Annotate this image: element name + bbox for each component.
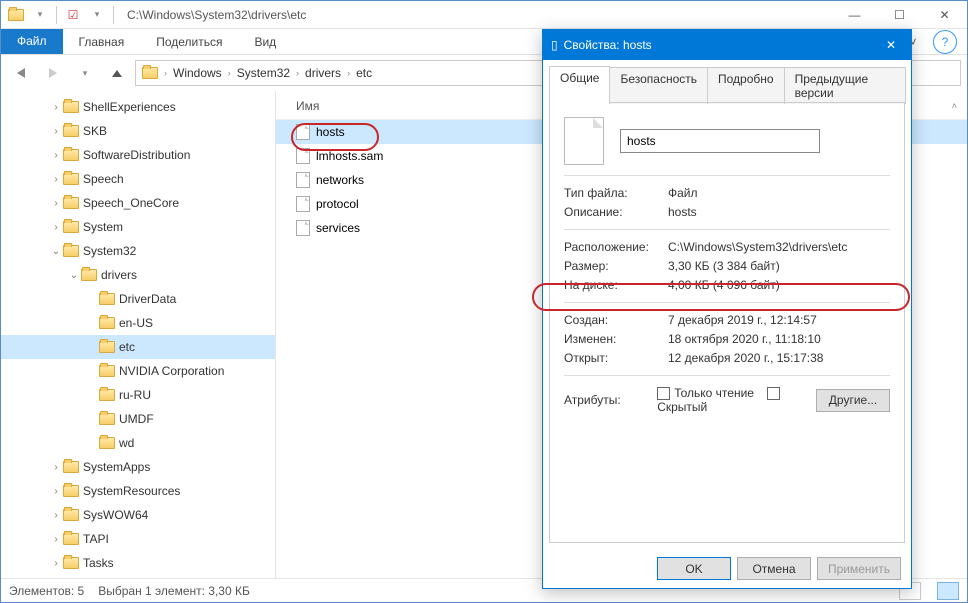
tab-security[interactable]: Безопасность bbox=[609, 67, 708, 104]
crumb-system32[interactable]: System32 bbox=[233, 64, 294, 82]
file-icon: ▯ bbox=[551, 38, 558, 52]
value-disk: 4,00 КБ (4 096 байт) bbox=[668, 278, 780, 292]
tree-item[interactable]: ›Speech bbox=[1, 167, 275, 191]
readonly-label: Только чтение bbox=[674, 386, 754, 400]
dialog-actions: OK Отмена Применить bbox=[543, 549, 911, 588]
file-icon bbox=[296, 124, 310, 140]
tab-general[interactable]: Общие bbox=[549, 66, 610, 103]
crumb-etc[interactable]: etc bbox=[352, 64, 376, 82]
cancel-button[interactable]: Отмена bbox=[737, 557, 811, 580]
properties-icon[interactable]: ☑ bbox=[62, 4, 84, 26]
tree-item[interactable]: DriverData bbox=[1, 287, 275, 311]
readonly-checkbox[interactable] bbox=[657, 387, 670, 400]
file-icon bbox=[296, 196, 310, 212]
titlebar: ▾ ☑ ▾ C:\Windows\System32\drivers\etc — … bbox=[1, 1, 967, 29]
file-type-icon bbox=[564, 117, 604, 165]
dialog-close-button[interactable]: ✕ bbox=[871, 30, 911, 60]
hidden-checkbox[interactable] bbox=[767, 387, 780, 400]
tree-item[interactable]: ›SoftwareDistribution bbox=[1, 143, 275, 167]
properties-dialog: ▯ Свойства: hosts ✕ Общие Безопасность П… bbox=[542, 29, 912, 589]
up-button[interactable] bbox=[103, 60, 131, 86]
forward-button[interactable] bbox=[39, 60, 67, 86]
folder-app-icon bbox=[5, 4, 27, 26]
tree-item[interactable]: ›ShellExperiences bbox=[1, 95, 275, 119]
qat-caret-icon[interactable]: ▾ bbox=[86, 4, 108, 26]
filename-input[interactable] bbox=[620, 129, 820, 153]
tree-item[interactable]: wd bbox=[1, 431, 275, 455]
tree-item[interactable]: ⌄drivers bbox=[1, 263, 275, 287]
tree-item[interactable]: ›SystemApps bbox=[1, 455, 275, 479]
quick-access-toolbar: ▾ ☑ ▾ bbox=[1, 4, 121, 26]
dialog-body: Тип файла:Файл Описание:hosts Расположен… bbox=[549, 102, 905, 543]
tree-item[interactable]: ›SysWOW64 bbox=[1, 503, 275, 527]
file-icon bbox=[296, 172, 310, 188]
dialog-tabs: Общие Безопасность Подробно Предыдущие в… bbox=[543, 60, 911, 103]
tab-previous[interactable]: Предыдущие версии bbox=[784, 67, 906, 104]
folder-tree[interactable]: ›ShellExperiences›SKB›SoftwareDistributi… bbox=[1, 91, 276, 578]
tree-item[interactable]: UMDF bbox=[1, 407, 275, 431]
label-size: Размер: bbox=[564, 259, 668, 273]
other-attributes-button[interactable]: Другие... bbox=[816, 389, 890, 412]
status-selection: Выбран 1 элемент: 3,30 КБ bbox=[98, 584, 250, 598]
tree-item[interactable]: ›Tasks bbox=[1, 551, 275, 575]
folder-icon bbox=[142, 67, 158, 79]
value-location: C:\Windows\System32\drivers\etc bbox=[668, 240, 847, 254]
tree-item[interactable]: ›System bbox=[1, 215, 275, 239]
sort-indicator-icon: ˄ bbox=[952, 101, 957, 111]
value-modified: 18 октября 2020 г., 11:18:10 bbox=[668, 332, 821, 346]
label-location: Расположение: bbox=[564, 240, 668, 254]
icons-view-button[interactable] bbox=[937, 582, 959, 600]
label-disk: На диске: bbox=[564, 278, 668, 292]
label-desc: Описание: bbox=[564, 205, 668, 219]
label-attributes: Атрибуты: bbox=[564, 393, 657, 407]
hidden-label: Скрытый bbox=[657, 400, 707, 414]
help-icon[interactable]: ? bbox=[933, 30, 957, 54]
tree-item[interactable]: NVIDIA Corporation bbox=[1, 359, 275, 383]
tab-view[interactable]: Вид bbox=[238, 31, 292, 53]
tree-item[interactable]: ru-RU bbox=[1, 383, 275, 407]
label-opened: Открыт: bbox=[564, 351, 668, 365]
file-icon bbox=[296, 148, 310, 164]
tab-details[interactable]: Подробно bbox=[707, 67, 785, 104]
tree-item[interactable]: ›SystemResources bbox=[1, 479, 275, 503]
value-created: 7 декабря 2019 г., 12:14:57 bbox=[668, 313, 817, 327]
crumb-windows[interactable]: Windows bbox=[169, 64, 226, 82]
label-type: Тип файла: bbox=[564, 186, 668, 200]
value-opened: 12 декабря 2020 г., 15:17:38 bbox=[668, 351, 823, 365]
tab-share[interactable]: Поделиться bbox=[140, 31, 238, 53]
tab-home[interactable]: Главная bbox=[63, 31, 141, 53]
recent-dropdown[interactable]: ▾ bbox=[71, 60, 99, 86]
file-icon bbox=[296, 220, 310, 236]
label-modified: Изменен: bbox=[564, 332, 668, 346]
apply-button[interactable]: Применить bbox=[817, 557, 901, 580]
value-type: Файл bbox=[668, 186, 698, 200]
value-size: 3,30 КБ (3 384 байт) bbox=[668, 259, 780, 273]
tree-item[interactable]: ›TAPI bbox=[1, 527, 275, 551]
status-count: Элементов: 5 bbox=[9, 584, 84, 598]
value-desc: hosts bbox=[668, 205, 697, 219]
file-tab[interactable]: Файл bbox=[1, 29, 63, 54]
crumb-drivers[interactable]: drivers bbox=[301, 64, 345, 82]
tree-item[interactable]: ›Speech_OneCore bbox=[1, 191, 275, 215]
tree-item[interactable]: etc bbox=[1, 335, 275, 359]
maximize-button[interactable]: ☐ bbox=[877, 1, 922, 29]
dialog-titlebar: ▯ Свойства: hosts ✕ bbox=[543, 30, 911, 60]
window-title: C:\Windows\System32\drivers\etc bbox=[121, 8, 832, 22]
tree-item[interactable]: ⌄System32 bbox=[1, 239, 275, 263]
tree-item[interactable]: en-US bbox=[1, 311, 275, 335]
dialog-title: Свойства: hosts bbox=[564, 38, 652, 52]
qat-dropdown-icon[interactable]: ▾ bbox=[29, 4, 51, 26]
tree-item[interactable]: ›SKB bbox=[1, 119, 275, 143]
close-button[interactable]: ✕ bbox=[922, 1, 967, 29]
ok-button[interactable]: OK bbox=[657, 557, 731, 580]
label-created: Создан: bbox=[564, 313, 668, 327]
back-button[interactable] bbox=[7, 60, 35, 86]
minimize-button[interactable]: — bbox=[832, 1, 877, 29]
